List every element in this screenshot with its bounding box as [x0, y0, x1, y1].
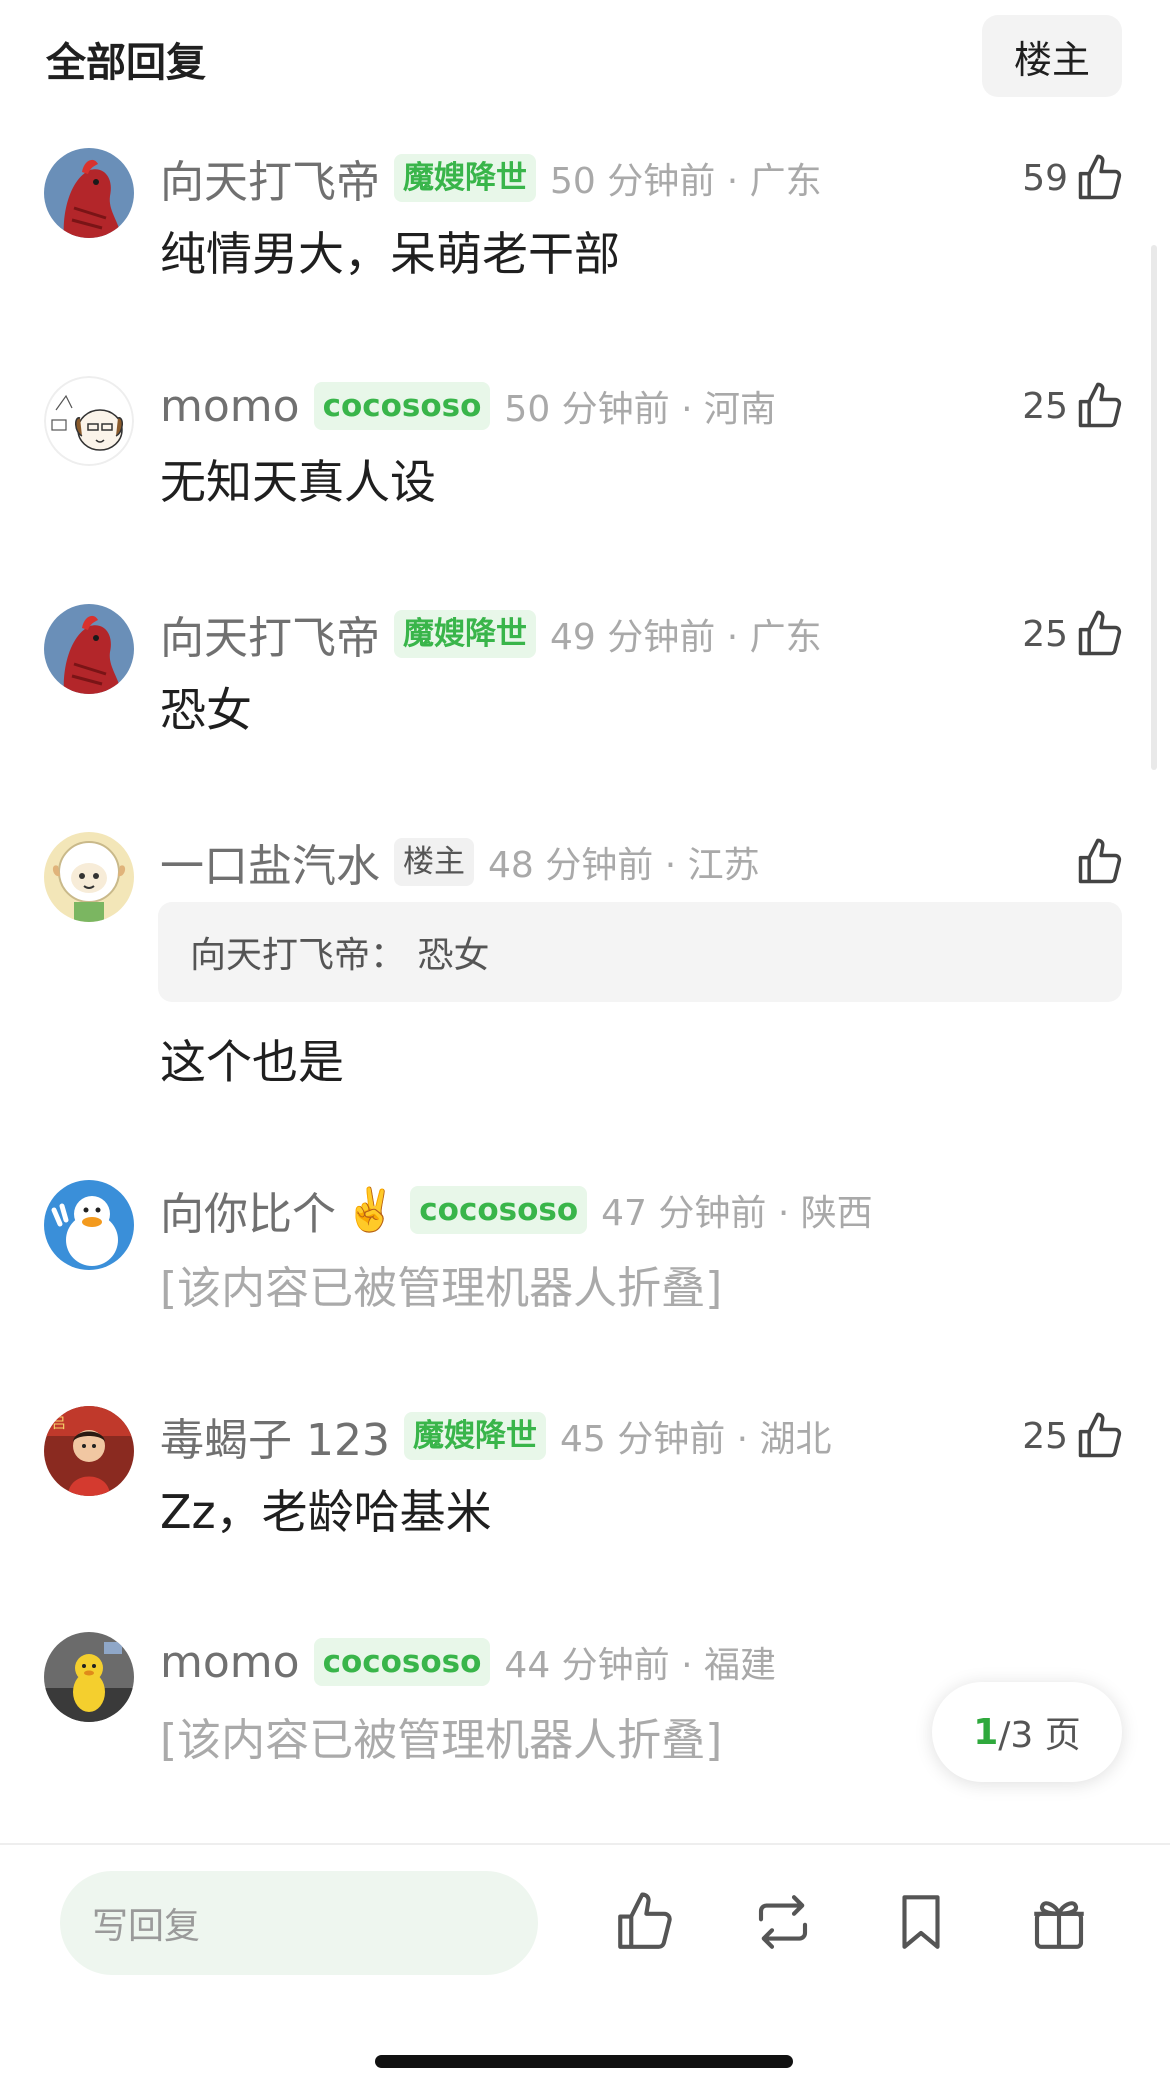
folded-content-notice[interactable]: [该内容已被管理机器人折叠] [160, 1704, 722, 1768]
like-button[interactable]: 25 [1022, 376, 1126, 436]
like-count: 59 [1022, 157, 1068, 199]
time-location: 44 分钟前 · 福建 [504, 1645, 777, 1686]
current-page: 1 [973, 1711, 999, 1753]
reply-meta: 毒蝎子 123 魔嫂降世 45 分钟前 · 湖北 [160, 1406, 832, 1466]
reply-meta: 一口盐汽水 楼主 48 分钟前 · 江苏 [160, 832, 760, 892]
rooster-avatar [44, 604, 134, 694]
thumb-up-icon[interactable] [612, 1889, 678, 1955]
avatar[interactable] [44, 604, 134, 694]
like-button[interactable]: 25 [1022, 604, 1126, 664]
like-button[interactable]: 59 [1022, 148, 1126, 208]
reply-input[interactable]: 写回复 [60, 1871, 538, 1975]
thumb-up-icon [1074, 836, 1126, 888]
reply-meta: 向天打飞帝 魔嫂降世 49 分钟前 · 广东 [160, 604, 822, 664]
gift-icon[interactable] [1026, 1889, 1092, 1955]
page-indicator-button[interactable]: 1/3 页 [932, 1682, 1122, 1782]
reply-content: 恐女 [160, 683, 252, 737]
time-location: 49 分钟前 · 广东 [550, 617, 822, 658]
username[interactable]: 毒蝎子 123 [160, 1404, 390, 1468]
user-badge: cocososo [410, 1186, 588, 1234]
scrollbar[interactable] [1151, 245, 1157, 770]
user-badge: cocososo [313, 382, 491, 430]
avatar[interactable]: 吕 [44, 1406, 134, 1496]
time-location: 48 分钟前 · 江苏 [488, 845, 760, 886]
duck-avatar [44, 1180, 134, 1270]
reply-meta: momo cocososo 44 分钟前 · 福建 [160, 1632, 776, 1692]
time-location: 47 分钟前 · 陕西 [601, 1193, 873, 1234]
avatar[interactable] [44, 832, 134, 922]
time-location: 50 分钟前 · 河南 [504, 389, 777, 430]
rooster-avatar [44, 148, 134, 238]
like-count: 25 [1022, 613, 1068, 655]
user-badge: 魔嫂降世 [394, 610, 536, 658]
dog-sketch-avatar [44, 376, 134, 466]
like-button[interactable]: 25 [1022, 1406, 1126, 1466]
reply-meta: 向天打飞帝 魔嫂降世 50 分钟前 · 广东 [160, 148, 822, 208]
like-count: 25 [1022, 1415, 1068, 1457]
time-location: 50 分钟前 · 广东 [550, 161, 822, 202]
svg-text:吕: 吕 [52, 1416, 66, 1432]
username[interactable]: 向天打飞帝 [160, 602, 380, 666]
op-only-filter-button[interactable]: 楼主 [982, 15, 1122, 97]
reply-meta: 向你比个 ✌️ cocososo 47 分钟前 · 陕西 [160, 1180, 873, 1240]
thumb-up-icon [1074, 608, 1126, 660]
folded-content-notice[interactable]: [该内容已被管理机器人折叠] [160, 1252, 722, 1316]
reply-content: 无知天真人设 [160, 455, 436, 509]
thumb-up-icon [1074, 152, 1126, 204]
op-badge: 楼主 [394, 838, 474, 886]
username[interactable]: 一口盐汽水 [160, 830, 380, 894]
replies-header: 全部回复 楼主 [0, 0, 1170, 115]
reply-content: Zz，老龄哈基米 [160, 1485, 492, 1539]
sheep-avatar [44, 832, 134, 922]
username[interactable]: 向天打飞帝 [160, 146, 380, 210]
user-badge: 魔嫂降世 [403, 1412, 546, 1460]
avatar[interactable] [44, 1180, 134, 1270]
thumb-up-icon [1074, 380, 1126, 432]
home-indicator [375, 2055, 793, 2068]
reply-content: 这个也是 [160, 1035, 344, 1089]
quoted-reply[interactable]: 向天打飞帝： 恐女 [158, 902, 1122, 1002]
user-badge: cocososo [313, 1638, 491, 1686]
page-total: /3 页 [998, 1715, 1081, 1756]
avatar[interactable] [44, 148, 134, 238]
page-title: 全部回复 [46, 40, 206, 86]
reply-content: 纯情男大，呆萌老干部 [160, 227, 620, 281]
bookmark-icon[interactable] [888, 1889, 954, 1955]
like-count: 25 [1022, 385, 1068, 427]
avatar[interactable] [44, 1632, 134, 1722]
time-location: 45 分钟前 · 湖北 [559, 1419, 832, 1460]
username[interactable]: momo [160, 381, 300, 432]
yellow-toy-avatar [44, 1632, 134, 1722]
reply-meta: momo cocososo 50 分钟前 · 河南 [160, 376, 776, 436]
thumb-up-icon [1074, 1410, 1126, 1462]
bottom-action-bar: 写回复 [0, 1843, 1170, 2096]
victory-hand-emoji: ✌️ [344, 1185, 397, 1234]
user-badge: 魔嫂降世 [394, 154, 536, 202]
username[interactable]: momo [160, 1637, 300, 1688]
repost-icon[interactable] [750, 1889, 816, 1955]
like-button[interactable] [1074, 832, 1126, 892]
red-figure-avatar: 吕 [44, 1406, 134, 1496]
avatar[interactable] [44, 376, 134, 466]
username[interactable]: 向你比个 [160, 1178, 336, 1242]
